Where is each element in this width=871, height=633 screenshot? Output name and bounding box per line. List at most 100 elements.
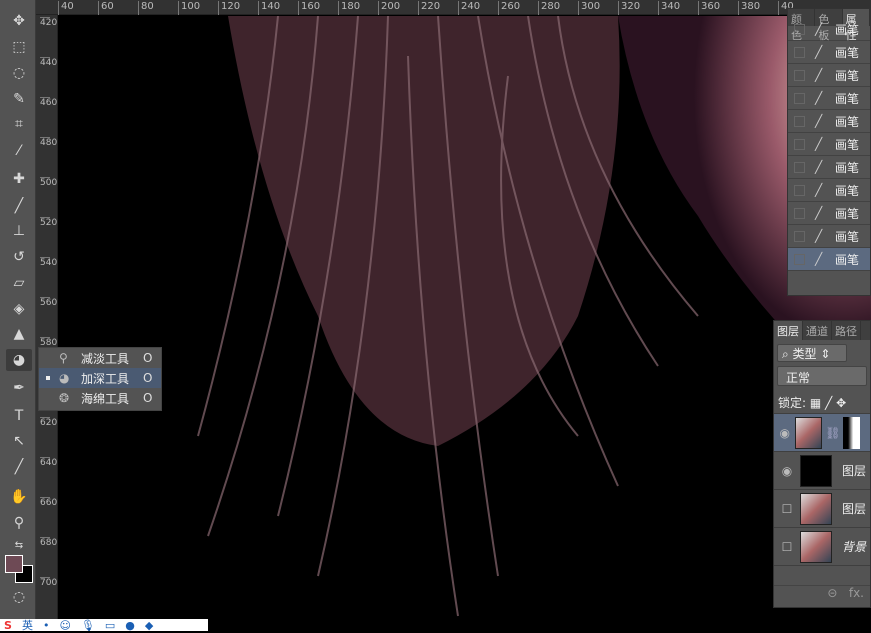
fx-icon[interactable]: fx.	[849, 586, 864, 600]
paint-bucket-tool-icon[interactable]: ◈	[6, 298, 32, 320]
history-state[interactable]: ╱ 画笔	[788, 87, 870, 110]
ruler-label: 100	[178, 1, 200, 15]
layer-thumbnail	[800, 530, 832, 563]
lock-position-icon[interactable]: ✥	[836, 396, 846, 410]
ruler-label: 200	[378, 1, 400, 15]
brush-tool-icon[interactable]: ╱	[6, 195, 32, 217]
layer-row[interactable]: ☐ 背景	[774, 528, 870, 566]
snapshot-checkbox[interactable]	[794, 230, 805, 242]
history-state[interactable]: ╱ 画笔	[788, 110, 870, 133]
blur-tool-icon[interactable]: ▲	[6, 323, 32, 345]
history-state[interactable]: ╱ 画笔	[788, 41, 870, 64]
hand-tool-icon[interactable]: ✋	[6, 486, 32, 508]
tool-flyout-menu: ⚲ 减淡工具 O ◕ 加深工具 O ❂ 海绵工具 O	[38, 347, 162, 411]
brush-icon: ╱	[815, 91, 823, 105]
history-state[interactable]: ╱ 画笔	[788, 179, 870, 202]
eraser-tool-icon[interactable]: ▱	[6, 272, 32, 294]
layer-mask-thumbnail[interactable]	[843, 416, 860, 449]
stamp-tool-icon[interactable]: ⊥	[6, 220, 32, 242]
quick-mask-icon[interactable]: ◌	[6, 586, 32, 608]
chain-link-icon[interactable]: ⛓	[825, 426, 840, 440]
flyout-item-dodge[interactable]: ⚲ 减淡工具 O	[39, 348, 161, 368]
voice-icon[interactable]: 🎙	[81, 619, 95, 632]
history-state-label: 画笔	[835, 114, 860, 129]
search-icon: ⌕	[782, 347, 793, 361]
history-state[interactable]: ╱ 画笔	[788, 156, 870, 179]
snapshot-checkbox[interactable]	[794, 184, 805, 196]
history-state[interactable]: ╱ 画笔	[788, 133, 870, 156]
layer-filter-select[interactable]: ⌕ 类型 ⇕	[777, 344, 847, 362]
lock-transparency-icon[interactable]: ▦	[810, 396, 821, 410]
flyout-item-sponge[interactable]: ❂ 海绵工具 O	[39, 388, 161, 408]
visibility-eye-icon[interactable]: ◉	[774, 426, 795, 440]
brush-icon: ╱	[815, 45, 823, 59]
snapshot-checkbox[interactable]	[794, 69, 805, 81]
skin-icon[interactable]: ◆	[145, 619, 153, 632]
history-state[interactable]: ╱ 画笔	[788, 64, 870, 87]
swap-colors-icon[interactable]: ⇆	[6, 534, 32, 556]
visibility-toggle[interactable]: ☐	[774, 502, 800, 516]
history-state[interactable]: ╱ 画笔	[788, 248, 870, 271]
layer-row[interactable]: ☐ 图层	[774, 490, 870, 528]
pen-tool-icon[interactable]: ✒	[6, 377, 32, 399]
ruler-label: 480	[40, 137, 58, 148]
layers-panel: 图层 通道 路径 ⌕ 类型 ⇕ 正常 锁定: ▦ ╱ ✥ ◉ ⛓ ◉ 图层 ☐ 图层 ☐ 背景…	[773, 320, 871, 608]
path-select-tool-icon[interactable]: ↖	[6, 430, 32, 452]
history-state-label: 画笔	[835, 183, 860, 198]
ruler-label: 500	[40, 177, 58, 188]
history-brush-tool-icon[interactable]: ↺	[6, 246, 32, 268]
quick-select-tool-icon[interactable]: ✎	[6, 88, 32, 110]
blend-mode-select[interactable]: 正常	[777, 366, 867, 386]
ruler-label: 660	[40, 497, 58, 508]
tab-paths[interactable]: 路径	[832, 321, 861, 340]
layer-row[interactable]: ◉ 图层	[774, 452, 870, 490]
snapshot-checkbox[interactable]	[794, 207, 805, 219]
snapshot-checkbox[interactable]	[794, 23, 805, 35]
snapshot-checkbox[interactable]	[794, 46, 805, 58]
ruler-label: 160	[298, 1, 320, 15]
emoji-icon[interactable]: ☺	[59, 619, 70, 632]
ruler-label: 640	[40, 457, 58, 468]
flyout-item-burn[interactable]: ◕ 加深工具 O	[39, 368, 161, 388]
snapshot-checkbox[interactable]	[794, 253, 805, 265]
brush-icon: ╱	[815, 229, 823, 243]
crop-tool-icon[interactable]: ⌗	[6, 113, 32, 135]
history-state-label: 画笔	[835, 22, 860, 37]
document-canvas[interactable]	[58, 16, 871, 631]
burn-tool-icon[interactable]: ◕	[6, 349, 32, 371]
ruler-label: 60	[98, 1, 114, 15]
user-icon[interactable]: ●	[125, 619, 135, 632]
history-state-label: 画笔	[835, 229, 860, 244]
visibility-toggle[interactable]: ☐	[774, 540, 800, 554]
layer-name: 图层	[842, 502, 867, 516]
lasso-tool-icon[interactable]: ◌	[6, 62, 32, 84]
punctuation-icon[interactable]: •	[43, 619, 50, 632]
ruler-label: 240	[458, 1, 480, 15]
type-tool-icon[interactable]: T	[6, 405, 32, 427]
zoom-tool-icon[interactable]: ⚲	[6, 512, 32, 534]
keyboard-icon[interactable]: ▭	[105, 619, 115, 632]
history-state[interactable]: ╱ 画笔	[788, 225, 870, 248]
eyedropper-tool-icon[interactable]: ⁄	[6, 140, 32, 162]
history-state[interactable]: ╱ 画笔	[788, 202, 870, 225]
visibility-eye-icon[interactable]: ◉	[774, 464, 800, 478]
healing-tool-icon[interactable]: ✚	[6, 168, 32, 190]
lock-pixels-icon[interactable]: ╱	[825, 396, 832, 410]
link-layers-icon[interactable]: ⊝	[827, 586, 837, 600]
snapshot-checkbox[interactable]	[794, 138, 805, 150]
snapshot-checkbox[interactable]	[794, 92, 805, 104]
brush-icon: ╱	[815, 68, 823, 82]
hair-image	[197, 16, 871, 617]
layer-row[interactable]: ◉ ⛓	[774, 414, 870, 452]
foreground-color-swatch[interactable]	[5, 555, 23, 573]
tab-channels[interactable]: 通道	[803, 321, 832, 340]
line-tool-icon[interactable]: ╱	[6, 456, 32, 478]
move-tool-icon[interactable]: ✥	[6, 10, 32, 32]
ruler-label: 300	[578, 1, 600, 15]
snapshot-checkbox[interactable]	[794, 115, 805, 127]
burn-icon: ◕	[59, 371, 70, 385]
tab-layers[interactable]: 图层	[774, 321, 803, 340]
ruler-label: 340	[658, 1, 680, 15]
snapshot-checkbox[interactable]	[794, 161, 805, 173]
marquee-tool-icon[interactable]: ⬚	[6, 36, 32, 58]
